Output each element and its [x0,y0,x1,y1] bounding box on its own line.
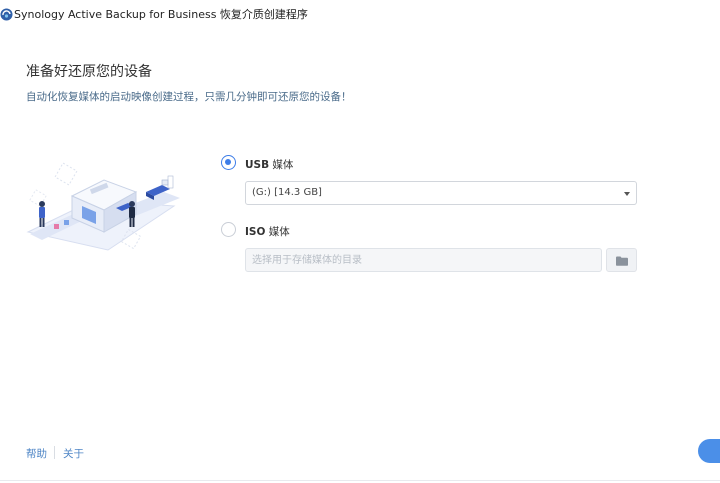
help-link[interactable]: 帮助 [26,446,47,461]
browse-folder-button[interactable] [606,248,637,272]
chevron-down-icon [624,192,630,196]
folder-icon [615,251,628,270]
iso-media-label[interactable]: ISO 媒体 [245,224,290,239]
restore-illustration [24,152,192,254]
page-subtitle: 自动化恢复媒体的启动映像创建过程，只需几分钟即可还原您的设备！ [26,91,352,103]
usb-drive-select[interactable]: (G:) [14.3 GB] [245,181,637,205]
synology-app-icon [0,6,13,21]
next-button[interactable] [698,439,720,463]
usb-drive-value: (G:) [14.3 GB] [252,187,322,198]
usb-media-radio[interactable] [221,155,236,170]
footer-divider [54,446,55,459]
about-link[interactable]: 关于 [63,446,84,461]
usb-media-label[interactable]: USB 媒体 [245,157,293,172]
iso-path-input[interactable] [245,248,602,272]
iso-media-radio[interactable] [221,222,236,237]
window-title: Synology Active Backup for Business 恢复介质… [14,8,308,21]
page-title: 准备好还原您的设备 [26,64,152,80]
title-bar: Synology Active Backup for Business 恢复介质… [0,0,720,26]
window-bottom-border [0,480,720,481]
